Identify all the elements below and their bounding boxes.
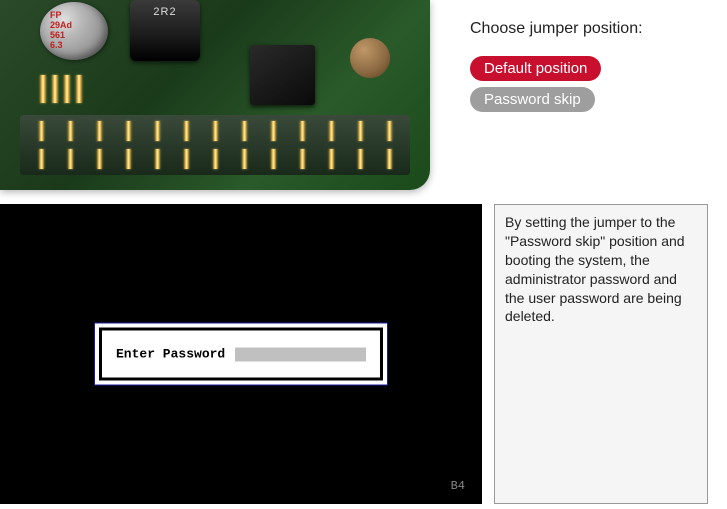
default-position-button[interactable]: Default position (470, 56, 601, 81)
capacitor-small (350, 38, 390, 78)
password-skip-button[interactable]: Password skip (470, 87, 595, 112)
inductor-label: 2R2 (153, 6, 176, 18)
inductor: 2R2 (130, 0, 200, 61)
options-title: Choose jumper position: (470, 20, 697, 38)
motherboard-photo: FP 29Ad 561 6.3 2R2 (0, 0, 430, 190)
ic-chip (250, 45, 315, 105)
cap-label-4: 6.3 (50, 41, 108, 51)
info-text: By setting the jumper to the "Password s… (505, 214, 685, 324)
password-dialog: Enter Password (99, 328, 383, 381)
bios-screen: Enter Password B4 (0, 204, 482, 504)
password-input[interactable] (235, 347, 366, 361)
capacitor-large: FP 29Ad 561 6.3 (40, 2, 108, 60)
options-panel: Choose jumper position: Default position… (430, 0, 727, 118)
password-prompt-label: Enter Password (116, 347, 225, 362)
jumper-header (20, 115, 410, 175)
info-panel: By setting the jumper to the "Password s… (494, 204, 708, 504)
bios-footer-code: B4 (451, 479, 465, 493)
pin-row-top (40, 75, 82, 103)
